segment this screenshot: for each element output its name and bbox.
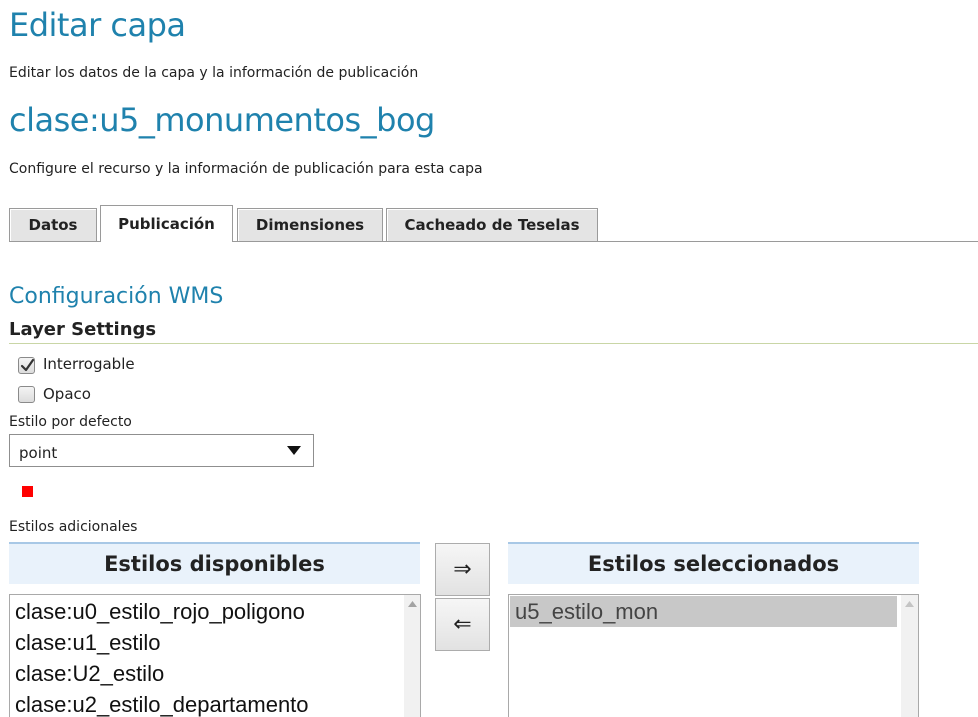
- additional-styles-label: Estilos adicionales: [9, 519, 138, 535]
- list-item[interactable]: clase:U2_estilo: [15, 661, 164, 687]
- style-preview-swatch: [22, 486, 33, 497]
- wms-section-title: Configuración WMS: [9, 284, 224, 309]
- scroll-up-icon[interactable]: [408, 601, 417, 607]
- default-style-value: point: [19, 444, 58, 462]
- tab-dimensiones[interactable]: Dimensiones: [237, 208, 383, 241]
- add-style-button[interactable]: ⇒: [435, 543, 490, 596]
- scroll-up-icon[interactable]: [905, 601, 914, 607]
- tab-cacheado-teselas[interactable]: Cacheado de Teselas: [386, 208, 598, 241]
- list-item[interactable]: clase:u2_estilo_departamento: [15, 692, 309, 717]
- selected-styles-header: Estilos seleccionados: [508, 542, 919, 584]
- available-styles-header: Estilos disponibles: [9, 542, 420, 584]
- available-styles-list[interactable]: clase:u0_estilo_rojo_poligono clase:u1_e…: [9, 594, 421, 717]
- layer-description: Configure el recurso y la información de…: [9, 161, 483, 177]
- list-item[interactable]: u5_estilo_mon: [510, 596, 897, 627]
- layer-name-heading: clase:u5_monumentos_bog: [9, 101, 435, 139]
- section-divider: [9, 343, 978, 344]
- queryable-checkbox[interactable]: [18, 357, 35, 374]
- page-description: Editar los datos de la capa y la informa…: [9, 65, 419, 81]
- selected-list-scrollbar[interactable]: [901, 595, 918, 717]
- remove-style-button[interactable]: ⇐: [435, 598, 490, 651]
- default-style-label: Estilo por defecto: [9, 414, 132, 430]
- list-item[interactable]: clase:u0_estilo_rojo_poligono: [15, 599, 305, 625]
- available-list-scrollbar[interactable]: [404, 595, 420, 717]
- checkmark-icon: [20, 358, 35, 372]
- layer-settings-title: Layer Settings: [9, 319, 157, 340]
- selected-styles-list[interactable]: u5_estilo_mon: [508, 594, 919, 717]
- dropdown-arrow-icon: [287, 446, 301, 455]
- queryable-label: Interrogable: [43, 355, 135, 373]
- tab-datos[interactable]: Datos: [9, 208, 97, 241]
- default-style-select[interactable]: point: [9, 434, 314, 467]
- page-title: Editar capa: [9, 6, 186, 44]
- opaque-label: Opaco: [43, 385, 91, 403]
- list-item[interactable]: clase:u1_estilo: [15, 630, 161, 656]
- tab-publicacion[interactable]: Publicación: [100, 205, 233, 242]
- opaque-checkbox[interactable]: [18, 386, 35, 403]
